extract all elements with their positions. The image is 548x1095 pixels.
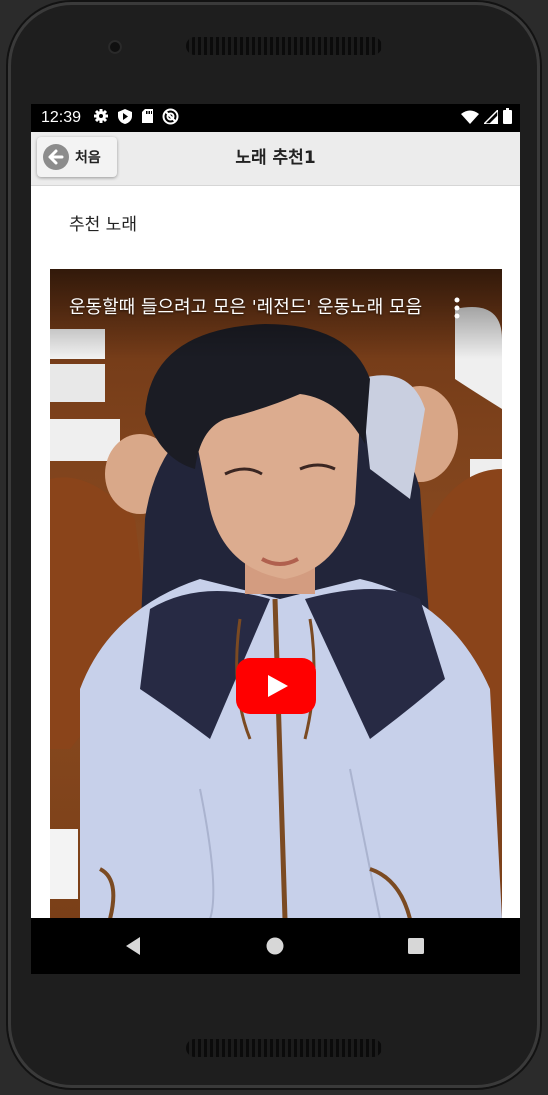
status-bar: 12:39 bbox=[31, 104, 520, 132]
video-thumbnail-image bbox=[50, 269, 502, 919]
navigation-bar bbox=[31, 918, 520, 974]
device-screen: 12:39 노래 추천1 처음 추천 노래 운동할때 들으려고 모은 '레전드'… bbox=[31, 104, 520, 974]
bottom-speaker-grille bbox=[186, 1039, 382, 1057]
at-sign-icon bbox=[162, 108, 179, 129]
youtube-play-button[interactable] bbox=[236, 658, 316, 714]
arrow-left-icon bbox=[43, 144, 69, 170]
recents-square-icon[interactable] bbox=[386, 918, 446, 974]
status-time: 12:39 bbox=[41, 109, 82, 126]
shield-play-icon bbox=[117, 108, 133, 129]
back-button-label: 처음 bbox=[75, 150, 101, 166]
back-triangle-icon[interactable] bbox=[103, 918, 163, 974]
top-speaker-grille bbox=[186, 37, 382, 55]
battery-icon bbox=[503, 108, 512, 128]
front-camera bbox=[108, 40, 122, 54]
gear-icon bbox=[93, 108, 109, 128]
back-button[interactable]: 처음 bbox=[37, 137, 117, 177]
app-bar: 노래 추천1 처음 bbox=[31, 132, 520, 186]
wifi-icon bbox=[461, 109, 479, 128]
video-player[interactable]: 운동할때 들으려고 모은 '레전드' 운동노래 모음 bbox=[50, 269, 502, 919]
video-title: 운동할때 들으려고 모은 '레전드' 운동노래 모음 bbox=[69, 297, 423, 318]
sd-card-icon bbox=[141, 108, 154, 128]
more-vert-icon[interactable] bbox=[450, 295, 464, 321]
signal-icon bbox=[482, 107, 499, 128]
home-circle-icon[interactable] bbox=[245, 918, 305, 974]
section-label: 추천 노래 bbox=[69, 215, 137, 235]
